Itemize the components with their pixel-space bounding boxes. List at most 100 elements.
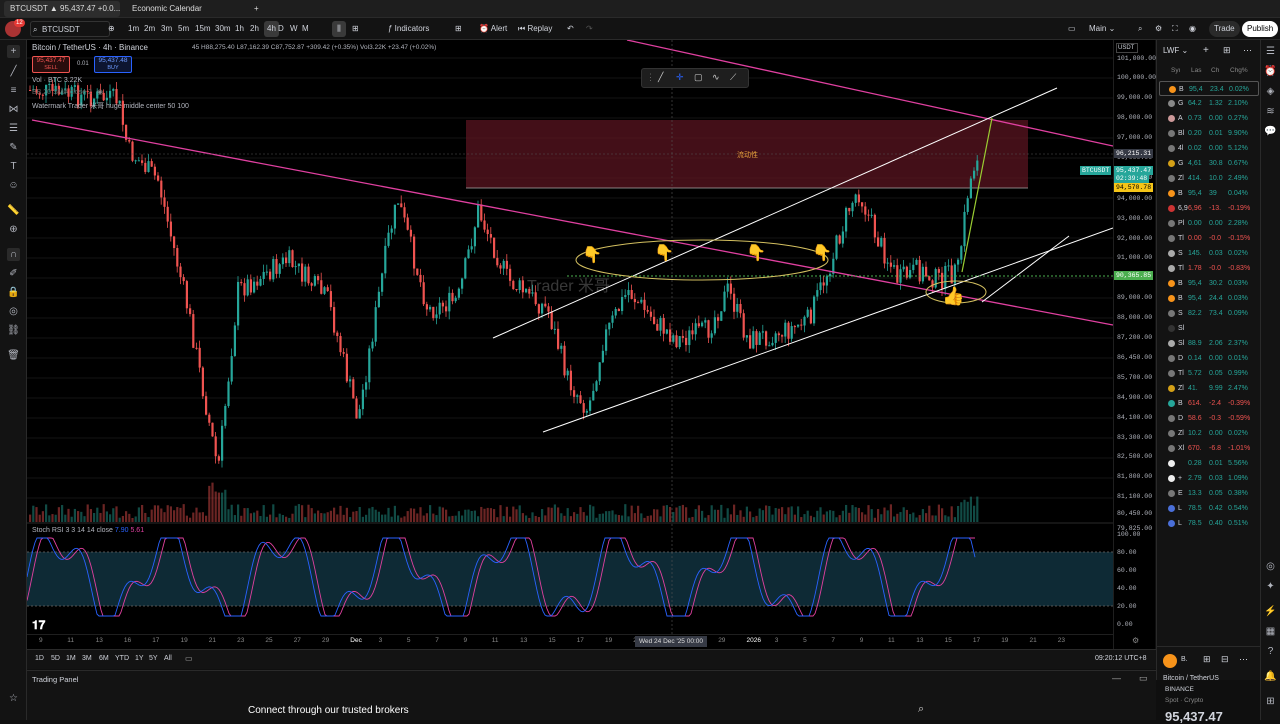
- layers-icon[interactable]: ≋: [1264, 105, 1277, 118]
- detail-layout-icon[interactable]: ⊟: [1221, 654, 1229, 665]
- currency-selector[interactable]: USDT: [1116, 43, 1138, 53]
- cross-tool-icon[interactable]: ✛: [676, 72, 684, 83]
- watchlist-row[interactable]: Bl 0.20 0.01 9.90%: [1159, 126, 1259, 141]
- watchlist-row[interactable]: D 0.14 0.00 0.01%: [1159, 351, 1259, 366]
- help-icon[interactable]: ?: [1264, 645, 1277, 658]
- watchlist-row[interactable]: B 95,4 30.2 0.03%: [1159, 276, 1259, 291]
- data-window-icon[interactable]: ◈: [1264, 85, 1277, 98]
- interval-15m[interactable]: 15m: [195, 21, 211, 37]
- symbol-search[interactable]: ⌕ BTCUSDT: [30, 21, 110, 37]
- range-5y[interactable]: 5Y: [149, 655, 158, 662]
- watchlist-grid-icon[interactable]: ⊞: [1223, 45, 1231, 56]
- watchlist-row[interactable]: 4l 0.02 0.00 5.12%: [1159, 141, 1259, 156]
- interval-30m[interactable]: 30m: [215, 21, 231, 37]
- tab-btcusdt[interactable]: BTCUSDT ▲ 95,437.47 +0.0...: [4, 1, 120, 17]
- watchlist-row[interactable]: S 145. 0.03 0.02%: [1159, 246, 1259, 261]
- wave-tool-icon[interactable]: ∿: [712, 72, 720, 83]
- interval-2h[interactable]: 2h: [250, 21, 259, 37]
- candlestick-chart[interactable]: 👇 👇 👇 👇 👍: [27, 40, 1113, 649]
- calendar-icon[interactable]: ▦: [1264, 625, 1277, 638]
- range-1d[interactable]: 1D: [35, 655, 44, 662]
- eye-visibility-icon[interactable]: ◉: [97, 88, 103, 96]
- time-axis[interactable]: 9 11 13 16 17 19 21 23 25 27 29 Dec 3 5 7 9 11 13 15 17 19 21…: [27, 634, 1113, 649]
- watchlist-row[interactable]: Tl 5.72 0.05 0.99%: [1159, 366, 1259, 381]
- col-change-pct-header[interactable]: Chg%: [1230, 67, 1248, 74]
- undo-icon[interactable]: ↶: [567, 21, 574, 37]
- layout-icon[interactable]: ▭: [1068, 21, 1076, 37]
- axis-settings-icon[interactable]: ⚙: [1132, 636, 1139, 645]
- brush-icon[interactable]: ✎: [7, 141, 20, 154]
- watchlist-row[interactable]: Zl 414. 10.0 2.49%: [1159, 171, 1259, 186]
- watchlist-row[interactable]: Sl 88.9 2.06 2.37%: [1159, 336, 1259, 351]
- tab-economic-calendar[interactable]: Economic Calendar: [126, 1, 244, 17]
- range-6m[interactable]: 6M: [99, 655, 109, 662]
- interval-D[interactable]: D: [278, 21, 284, 37]
- interval-W[interactable]: W: [290, 21, 298, 37]
- watchlist-row[interactable]: Tl 0.00 -0.0 -0.15%: [1159, 231, 1259, 246]
- lock-icon[interactable]: 🔒: [7, 286, 20, 299]
- watchlist-name[interactable]: LWF ⌄: [1163, 46, 1188, 55]
- alert-button[interactable]: ⏰ Alert: [479, 21, 507, 37]
- watchlist-row[interactable]: S 82.2 73.4 0.09%: [1159, 306, 1259, 321]
- layout-dropdown[interactable]: Main ⌄: [1089, 21, 1115, 37]
- minimize-panel-icon[interactable]: —: [1112, 673, 1121, 683]
- watchlist-row[interactable]: G 4,61 30.8 0.67%: [1159, 156, 1259, 171]
- watchlist-row[interactable]: B 614. -2.4 -0.39%: [1159, 396, 1259, 411]
- watchlist-row[interactable]: B 95,4 39 0.04%: [1159, 186, 1259, 201]
- redo-icon[interactable]: ↷: [586, 21, 593, 37]
- watchlist-row[interactable]: L 78.5 0.42 0.54%: [1159, 501, 1259, 516]
- replay-button[interactable]: ⏮ Replay: [518, 21, 552, 37]
- watchlist-more-icon[interactable]: ⋯: [1243, 45, 1252, 56]
- chart-area[interactable]: 👇 👇 👇 👇 👍 Bitcoin / TetherUS · 4h · Binance …: [27, 40, 1113, 649]
- add-watchlist-icon[interactable]: +: [1203, 45, 1209, 56]
- chat-icon[interactable]: 💬: [1264, 125, 1277, 138]
- interval-1h[interactable]: 1h: [235, 21, 244, 37]
- interval-2m[interactable]: 2m: [144, 21, 155, 37]
- smiley-icon[interactable]: ☺: [7, 179, 20, 192]
- pattern-icon[interactable]: ⋈: [7, 103, 20, 116]
- trade-button[interactable]: Trade: [1209, 21, 1240, 37]
- add-symbol-icon[interactable]: ⊕: [108, 21, 115, 37]
- watchlist-row[interactable]: A 0.73 0.00 0.27%: [1159, 111, 1259, 126]
- fullscreen-icon[interactable]: ⛶: [1172, 21, 1178, 37]
- col-symbol-header[interactable]: Syı: [1171, 67, 1180, 74]
- watchlist-row[interactable]: B 95,4 24.4 0.03%: [1159, 291, 1259, 306]
- search-toolbar-icon[interactable]: ⌕: [1138, 21, 1142, 37]
- trendline-icon[interactable]: ╱: [7, 65, 20, 78]
- maximize-panel-icon[interactable]: ▭: [1139, 673, 1148, 684]
- zoom-icon[interactable]: ⊕: [7, 223, 20, 236]
- date-range-icon[interactable]: ▭: [185, 654, 193, 663]
- buy-button[interactable]: 95,437.48 BUY: [94, 56, 132, 73]
- publish-button[interactable]: Publish: [1242, 21, 1279, 37]
- trash-icon[interactable]: 🗑: [7, 349, 20, 362]
- brush-tool-icon[interactable]: ⟋: [730, 72, 736, 83]
- stay-drawing-icon[interactable]: ✐: [7, 267, 20, 280]
- watchlist-row[interactable]: 0.28 0.01 5.56%: [1159, 456, 1259, 471]
- new-tab-button[interactable]: +: [248, 1, 265, 17]
- settings-icon[interactable]: ⚙: [1155, 21, 1162, 37]
- watchlist-icon[interactable]: ☰: [1264, 45, 1277, 58]
- rect-tool-icon[interactable]: ▢: [694, 72, 703, 83]
- drag-handle-icon[interactable]: ⋮: [646, 72, 655, 83]
- watchlist-row[interactable]: Tl 1.78 -0.0 -0.83%: [1159, 261, 1259, 276]
- fib-icon[interactable]: ☰: [7, 122, 20, 135]
- hotlist-icon[interactable]: ⊞: [1264, 695, 1277, 708]
- interval-M[interactable]: M: [302, 21, 309, 37]
- watchlist-row[interactable]: B 95,4 23.4 0.02%: [1159, 81, 1259, 96]
- watchlist-row[interactable]: Xl 670. -6.8 -1.01%: [1159, 441, 1259, 456]
- horizontal-lines-icon[interactable]: ≡: [7, 84, 20, 97]
- alerts-icon[interactable]: ⏰: [1264, 65, 1277, 78]
- range-all[interactable]: All: [164, 655, 172, 662]
- interval-5m[interactable]: 5m: [178, 21, 189, 37]
- range-ytd[interactable]: YTD: [115, 655, 129, 662]
- trading-panel-title[interactable]: Trading Panel: [32, 675, 78, 684]
- watchlist-row[interactable]: D 58.6 -0.3 -0.59%: [1159, 411, 1259, 426]
- sell-button[interactable]: 95,437.47 SELL: [32, 56, 70, 73]
- watchlist-row[interactable]: Zl 41. 9.99 2.47%: [1159, 381, 1259, 396]
- watchlist-row[interactable]: Zl 10.2 0.00 0.02%: [1159, 426, 1259, 441]
- link-icon[interactable]: ⛓: [7, 324, 20, 337]
- interval-3m[interactable]: 3m: [161, 21, 172, 37]
- detail-more-icon[interactable]: ⋯: [1239, 654, 1248, 665]
- broker-search-icon[interactable]: ⌕: [918, 703, 924, 716]
- eye-icon[interactable]: ◎: [7, 305, 20, 318]
